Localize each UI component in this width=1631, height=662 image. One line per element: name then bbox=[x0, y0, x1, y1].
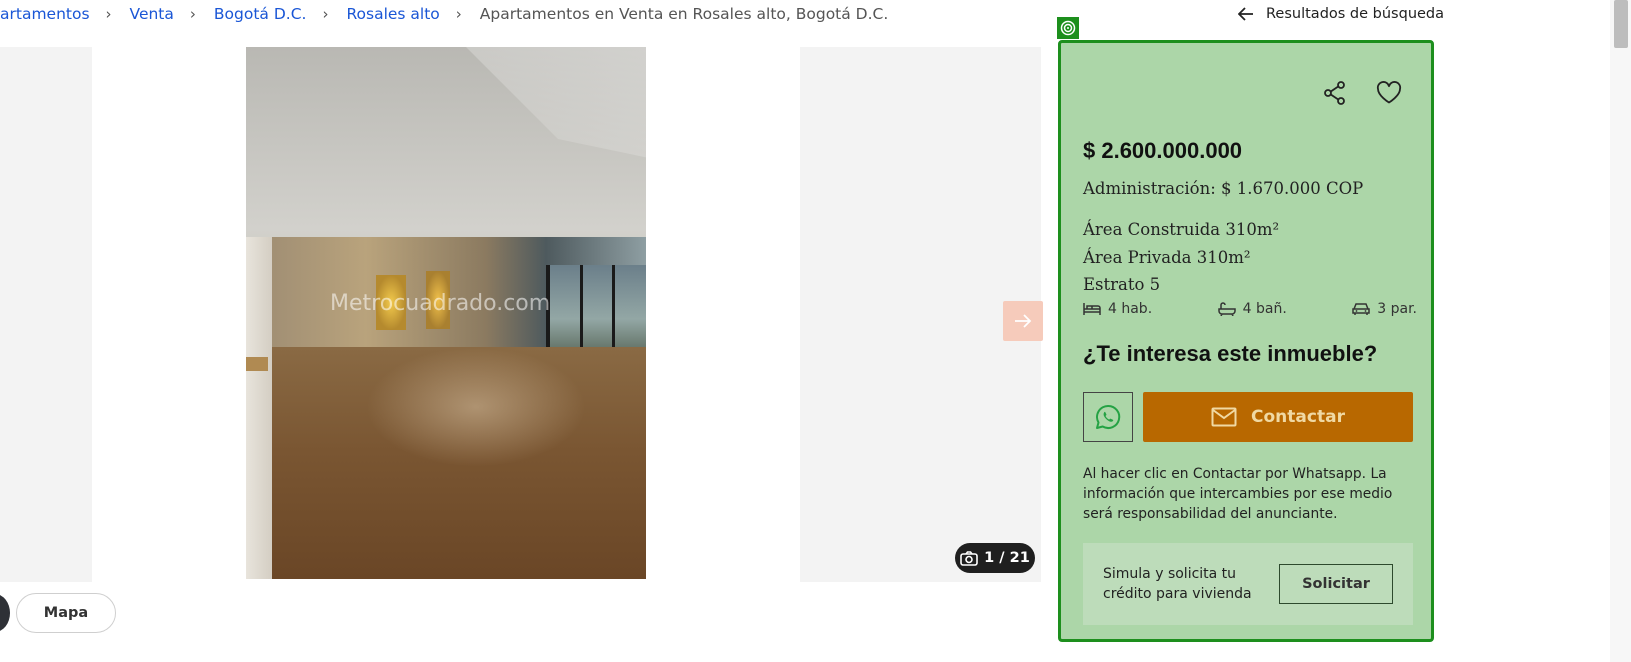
photo-window bbox=[546, 265, 646, 355]
arrow-left-icon bbox=[1238, 7, 1253, 21]
interest-heading: ¿Te interesa este inmueble? bbox=[1083, 341, 1378, 366]
map-button[interactable]: Mapa bbox=[16, 593, 116, 633]
heart-icon bbox=[1376, 81, 1402, 104]
photo-left-wall bbox=[246, 237, 272, 579]
breadcrumb-current: Apartamentos en Venta en Rosales alto, B… bbox=[479, 5, 889, 23]
breadcrumb-separator: › bbox=[455, 5, 462, 23]
share-button[interactable] bbox=[1319, 77, 1351, 109]
share-icon bbox=[1324, 81, 1345, 105]
stratum: Estrato 5 bbox=[1083, 275, 1161, 294]
photo-watermark: Metrocuadrado.com bbox=[330, 291, 551, 316]
main-photo[interactable]: Metrocuadrado.com bbox=[246, 47, 646, 579]
breadcrumb-link-rosales-alto[interactable]: Rosales alto bbox=[346, 5, 439, 23]
view-toggle-button[interactable] bbox=[0, 594, 10, 632]
scrollbar-thumb[interactable] bbox=[1614, 0, 1628, 48]
back-to-results-label: Resultados de búsqueda bbox=[1266, 6, 1445, 22]
breadcrumb-separator: › bbox=[322, 5, 329, 23]
favorite-button[interactable] bbox=[1373, 77, 1405, 109]
camera-icon bbox=[960, 550, 978, 566]
arrow-right-icon bbox=[1015, 314, 1032, 328]
photo-floor-shine bbox=[366, 347, 586, 467]
request-credit-button[interactable]: Solicitar bbox=[1279, 564, 1393, 604]
amenities-row: 4 hab. 4 bañ. 3 par. bbox=[1083, 301, 1417, 317]
breadcrumb-link-venta[interactable]: Venta bbox=[130, 5, 174, 23]
next-photo-button[interactable] bbox=[1003, 301, 1043, 341]
admin-fee: Administración: $ 1.670.000 COP bbox=[1083, 179, 1364, 198]
built-area: Área Construida 310m² bbox=[1083, 220, 1280, 239]
photo-shelf bbox=[246, 357, 268, 371]
card-actions bbox=[1319, 77, 1405, 109]
amenity-parking-label: 3 par. bbox=[1377, 301, 1417, 317]
photo-counter[interactable]: 1 / 21 bbox=[955, 543, 1035, 573]
amenity-parking: 3 par. bbox=[1352, 301, 1417, 317]
breadcrumb-separator: › bbox=[189, 5, 196, 23]
scrollbar-track[interactable] bbox=[1610, 0, 1631, 662]
breadcrumb-link-bogota[interactable]: Bogotá D.C. bbox=[214, 5, 307, 23]
target-icon bbox=[1060, 20, 1076, 36]
private-area: Área Privada 310m² bbox=[1083, 248, 1251, 267]
whatsapp-button[interactable] bbox=[1083, 392, 1133, 442]
amenity-bedrooms-label: 4 hab. bbox=[1108, 301, 1153, 317]
listing-price: $ 2.600.000.000 bbox=[1083, 138, 1243, 163]
photo-gallery: Metrocuadrado.com bbox=[0, 47, 1041, 582]
previous-slide[interactable] bbox=[0, 47, 92, 582]
car-icon bbox=[1352, 303, 1370, 315]
amenity-bathrooms-label: 4 bañ. bbox=[1242, 301, 1287, 317]
photo-counter-text: 1 / 21 bbox=[984, 550, 1030, 566]
contact-button-label: Contactar bbox=[1251, 407, 1345, 427]
contact-button[interactable]: Contactar bbox=[1143, 392, 1413, 442]
whatsapp-disclaimer: Al hacer clic en Contactar por Whatsapp.… bbox=[1083, 466, 1393, 522]
amenity-bedrooms: 4 hab. bbox=[1083, 301, 1152, 317]
credit-simulator-box: Simula y solicita tu crédito para vivien… bbox=[1083, 543, 1413, 625]
mail-icon bbox=[1211, 407, 1237, 427]
amenity-bathrooms: 4 bañ. bbox=[1217, 301, 1287, 317]
credit-simulator-text: Simula y solicita tu crédito para vivien… bbox=[1103, 566, 1252, 602]
whatsapp-icon bbox=[1096, 404, 1121, 429]
highlight-badge bbox=[1057, 17, 1079, 39]
breadcrumb: artamentos › Venta › Bogotá D.C. › Rosal… bbox=[0, 3, 888, 25]
bed-icon bbox=[1083, 303, 1101, 315]
breadcrumb-link-apartamentos[interactable]: artamentos bbox=[0, 5, 90, 23]
back-to-results-link[interactable]: Resultados de búsqueda bbox=[1238, 3, 1444, 25]
breadcrumb-separator: › bbox=[105, 5, 112, 23]
contact-card: $ 2.600.000.000 Administración: $ 1.670.… bbox=[1058, 40, 1434, 642]
bathtub-icon bbox=[1217, 302, 1236, 316]
